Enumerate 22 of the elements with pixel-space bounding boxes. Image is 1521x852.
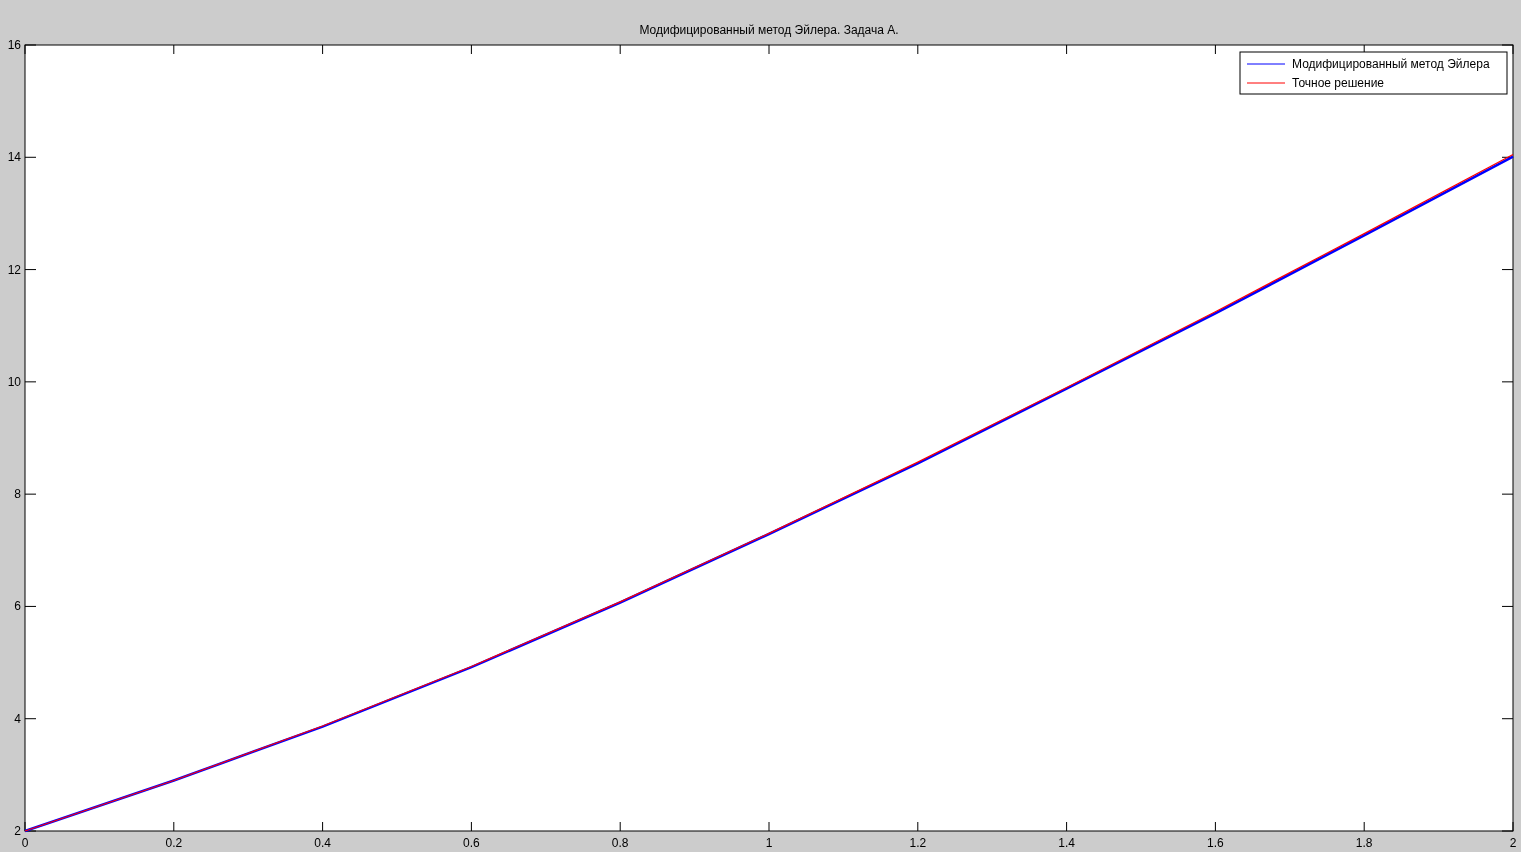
x-tick-label: 0.4 xyxy=(314,836,331,850)
x-tick-label: 0.2 xyxy=(165,836,183,850)
legend-label: Модифицированный метод Эйлера xyxy=(1292,57,1490,71)
y-tick-label: 10 xyxy=(7,374,21,389)
x-tick-label: 1.6 xyxy=(1207,836,1224,850)
chart-title: Модифицированный метод Эйлера. Задача А. xyxy=(639,23,899,37)
y-tick-label: 2 xyxy=(14,824,21,838)
y-tick-label: 12 xyxy=(7,262,21,277)
legend-label: Точное решение xyxy=(1292,76,1384,90)
x-tick-label: 1.8 xyxy=(1355,836,1373,850)
x-tick-label: 1 xyxy=(765,836,773,850)
x-tick-label: 0.6 xyxy=(463,836,480,850)
y-tick-label: 6 xyxy=(14,599,21,614)
y-tick-label: 4 xyxy=(14,711,21,726)
y-tick-label: 14 xyxy=(7,150,21,165)
x-tick-label: 0 xyxy=(21,836,29,850)
x-tick-label: 1.2 xyxy=(909,836,927,850)
x-tick-label: 1.4 xyxy=(1058,836,1075,850)
x-tick-label: 2 xyxy=(1509,836,1517,850)
y-tick-label: 16 xyxy=(7,38,21,52)
x-tick-label: 0.8 xyxy=(611,836,629,850)
y-tick-label: 8 xyxy=(14,487,21,502)
